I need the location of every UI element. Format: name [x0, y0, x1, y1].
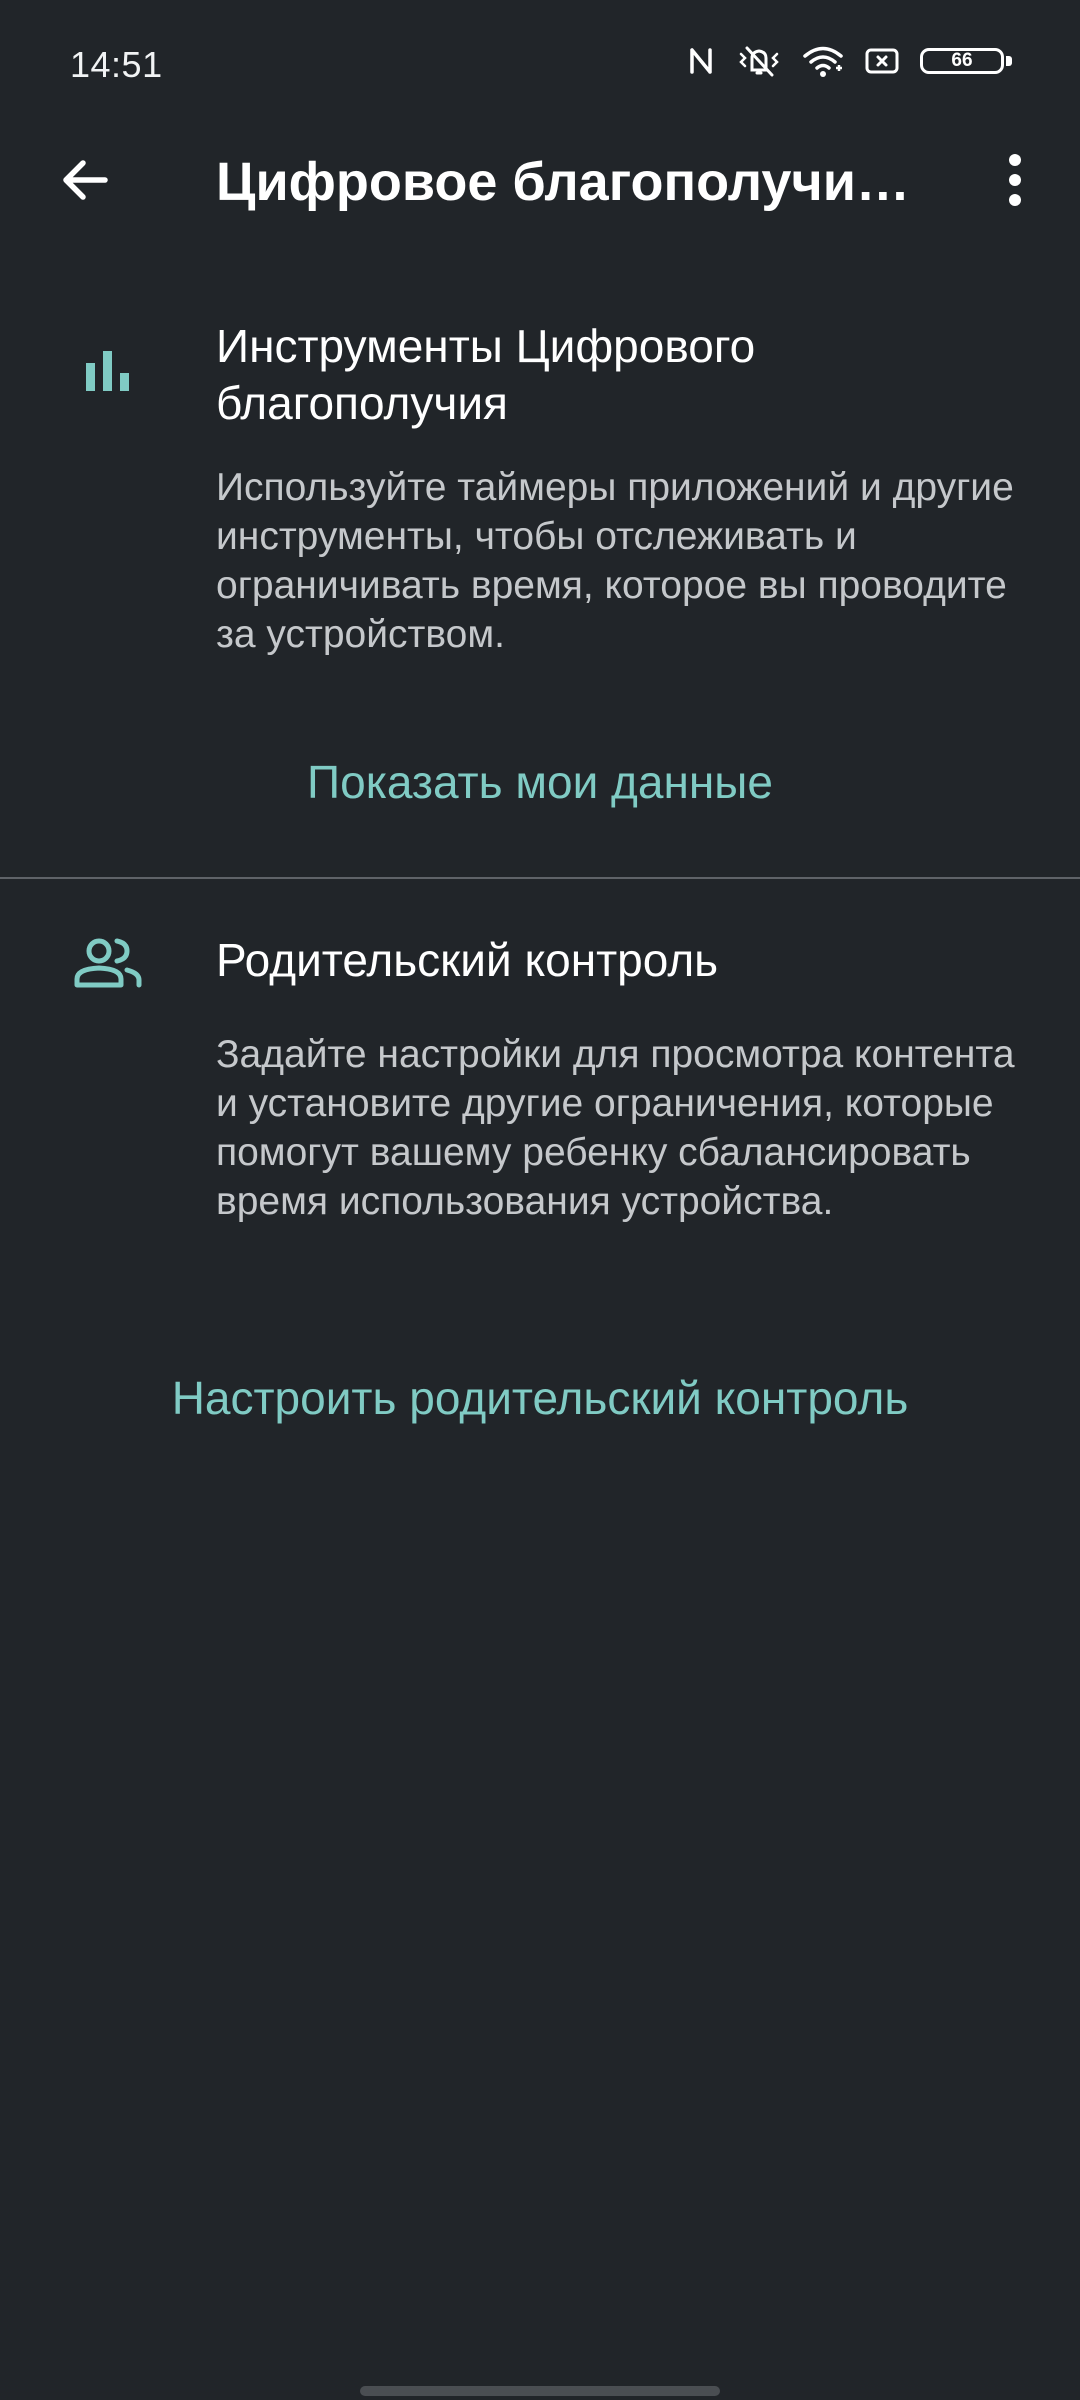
nfc-icon: [686, 44, 716, 78]
show-my-data-button[interactable]: Показать мои данные: [0, 752, 1080, 812]
navigation-handle[interactable]: [360, 2386, 720, 2396]
wellbeing-tools-description: Используйте таймеры приложений и другие …: [216, 466, 1014, 656]
page-title: Цифровое благополучие и родительский кон…: [216, 152, 926, 212]
battery-level: 66: [951, 50, 973, 71]
wellbeing-tools-title: Инструменты Цифрового благополучия: [216, 320, 756, 429]
people-icon: [60, 915, 156, 1011]
arrow-back-icon: [63, 160, 108, 200]
screen-record-icon: [864, 44, 900, 78]
status-bar: 14:51 66: [0, 0, 1080, 130]
status-icons: 66: [686, 44, 1012, 78]
wifi-icon: [802, 44, 844, 78]
vibrate-mute-icon: [736, 44, 782, 78]
status-time: 14:51: [70, 44, 163, 85]
divider: [0, 877, 1080, 879]
parental-controls-description: Задайте настройки для просмотра контента…: [216, 1033, 1015, 1223]
setup-parental-controls-button[interactable]: Настроить родительский контроль: [0, 1368, 1080, 1428]
more-vert-icon: [1009, 154, 1021, 206]
battery-icon: 66: [920, 44, 1012, 78]
bar-chart-icon: [60, 325, 156, 421]
parental-controls-title: Родительский контроль: [216, 934, 719, 986]
app-bar: Цифровое благополучие и родительский кон…: [0, 130, 1080, 230]
more-options-button[interactable]: [980, 140, 1050, 220]
back-button[interactable]: [40, 140, 130, 220]
